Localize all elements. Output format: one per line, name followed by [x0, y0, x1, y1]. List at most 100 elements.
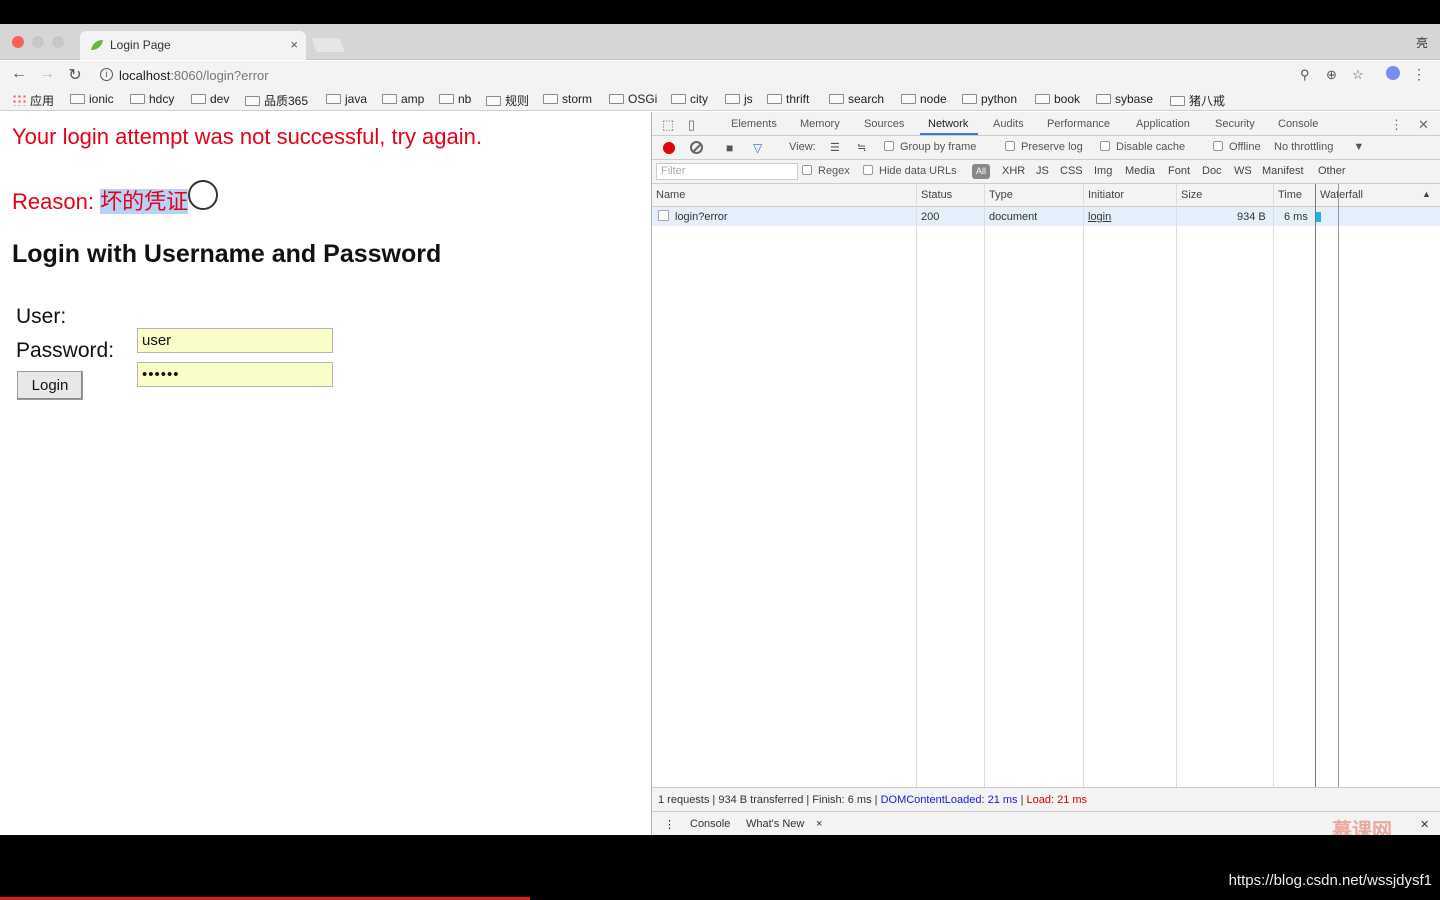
- filter-font[interactable]: Font: [1168, 165, 1190, 177]
- clear-icon[interactable]: [690, 141, 703, 154]
- more-options-icon[interactable]: ⋮: [1390, 117, 1403, 133]
- reload-icon[interactable]: ↻: [66, 65, 84, 85]
- close-window-button[interactable]: [12, 36, 24, 48]
- column-type[interactable]: Type: [989, 189, 1013, 201]
- table-row[interactable]: [652, 207, 1440, 226]
- login-button[interactable]: Login: [17, 371, 83, 400]
- back-icon[interactable]: ←: [10, 65, 28, 83]
- bookmark-item[interactable]: storm: [543, 92, 592, 106]
- row-name[interactable]: login?error: [675, 211, 728, 223]
- bookmark-item[interactable]: node: [901, 92, 947, 106]
- filter-media[interactable]: Media: [1125, 165, 1155, 177]
- regex-toggle[interactable]: Regex: [802, 165, 850, 177]
- bookmark-item[interactable]: amp: [382, 92, 424, 106]
- password-input[interactable]: ••••••: [137, 362, 333, 387]
- column-size[interactable]: Size: [1181, 189, 1202, 201]
- overview-icon[interactable]: ≒: [857, 141, 866, 154]
- capture-screenshots-icon[interactable]: ■: [726, 141, 733, 155]
- tab-close-icon[interactable]: ×: [290, 37, 298, 52]
- column-initiator[interactable]: Initiator: [1088, 189, 1124, 201]
- forward-icon[interactable]: →: [38, 65, 56, 83]
- drawer-tab-console[interactable]: Console: [690, 818, 730, 830]
- tab-application[interactable]: Application: [1136, 118, 1190, 130]
- column-waterfall[interactable]: Waterfall: [1320, 189, 1363, 201]
- sort-up-icon[interactable]: ▲: [1422, 189, 1431, 199]
- tab-performance[interactable]: Performance: [1047, 118, 1110, 130]
- column-name[interactable]: Name: [656, 189, 685, 201]
- filter-ws[interactable]: WS: [1234, 165, 1252, 177]
- disable-cache-toggle[interactable]: Disable cache: [1100, 141, 1185, 153]
- filter-xhr[interactable]: XHR: [1002, 165, 1025, 177]
- drawer-menu-icon[interactable]: ⋮: [664, 818, 675, 831]
- checkbox[interactable]: [1213, 141, 1223, 151]
- info-icon[interactable]: i: [100, 68, 113, 81]
- tab-network[interactable]: Network: [928, 118, 968, 130]
- filter-input[interactable]: Filter: [656, 163, 798, 180]
- bookmark-item[interactable]: python: [962, 92, 1017, 106]
- filter-doc[interactable]: Doc: [1202, 165, 1222, 177]
- drawer-tab-close-icon[interactable]: ×: [816, 818, 822, 830]
- bookmark-item[interactable]: city: [671, 92, 708, 106]
- checkbox[interactable]: [884, 141, 894, 151]
- profile-button[interactable]: 亮: [1416, 34, 1428, 51]
- tab-elements[interactable]: Elements: [731, 118, 777, 130]
- bookmark-item[interactable]: 规则: [486, 92, 529, 109]
- bookmark-item[interactable]: 猪八戒: [1170, 92, 1225, 109]
- new-tab-button[interactable]: [311, 38, 345, 52]
- bookmark-star-icon[interactable]: ☆: [1352, 67, 1364, 83]
- record-button[interactable]: [663, 142, 675, 154]
- bookmark-item[interactable]: nb: [439, 92, 471, 106]
- tab-audits[interactable]: Audits: [993, 118, 1024, 130]
- filter-css[interactable]: CSS: [1060, 165, 1083, 177]
- filter-other[interactable]: Other: [1318, 165, 1346, 177]
- bookmark-item[interactable]: book: [1035, 92, 1080, 106]
- list-view-icon[interactable]: ☰: [830, 141, 840, 154]
- column-time[interactable]: Time: [1278, 189, 1302, 201]
- close-devtools-icon[interactable]: ✕: [1418, 117, 1429, 133]
- filter-js[interactable]: JS: [1036, 165, 1049, 177]
- address-bar[interactable]: i localhost:8060/login?error ⚲ ⊕ ☆: [92, 63, 1376, 87]
- checkbox[interactable]: [1005, 141, 1015, 151]
- zoom-icon[interactable]: ⊕: [1326, 67, 1337, 83]
- tab-memory[interactable]: Memory: [800, 118, 840, 130]
- filter-manifest[interactable]: Manifest: [1262, 165, 1304, 177]
- filter-icon[interactable]: ▽: [753, 141, 762, 155]
- maximize-window-button[interactable]: [52, 36, 64, 48]
- bookmark-item[interactable]: sybase: [1096, 92, 1153, 106]
- bookmark-item[interactable]: java: [326, 92, 367, 106]
- bookmark-item[interactable]: js: [725, 92, 753, 106]
- hide-data-urls-toggle[interactable]: Hide data URLs: [863, 165, 957, 177]
- drawer-tab-whats-new[interactable]: What's New: [746, 818, 804, 830]
- checkbox[interactable]: [802, 165, 812, 175]
- row-initiator-link[interactable]: login: [1088, 211, 1111, 223]
- extension-icon[interactable]: [1386, 66, 1400, 80]
- preserve-log-toggle[interactable]: Preserve log: [1005, 141, 1083, 153]
- group-by-frame-toggle[interactable]: Group by frame: [884, 141, 976, 153]
- key-icon[interactable]: ⚲: [1300, 67, 1310, 83]
- bookmark-apps[interactable]: 应用: [12, 92, 54, 109]
- bookmark-item[interactable]: search: [829, 92, 884, 106]
- bookmark-item[interactable]: thrift: [767, 92, 809, 106]
- filter-all[interactable]: All: [972, 164, 990, 179]
- checkbox[interactable]: [1100, 141, 1110, 151]
- bookmark-item[interactable]: dev: [191, 92, 229, 106]
- tab-sources[interactable]: Sources: [864, 118, 904, 130]
- minimize-window-button[interactable]: [32, 36, 44, 48]
- menu-icon[interactable]: ⋮: [1412, 66, 1426, 83]
- offline-toggle[interactable]: Offline: [1213, 141, 1261, 153]
- url-text[interactable]: localhost:8060/login?error: [119, 68, 269, 83]
- checkbox[interactable]: [863, 165, 873, 175]
- device-toolbar-icon[interactable]: ▯: [688, 117, 695, 133]
- username-input[interactable]: user: [137, 328, 333, 353]
- bookmark-item[interactable]: ionic: [70, 92, 114, 106]
- bookmark-item[interactable]: hdcy: [130, 92, 174, 106]
- bookmark-item[interactable]: OSGi: [609, 92, 657, 106]
- tab-console[interactable]: Console: [1278, 118, 1318, 130]
- inspect-icon[interactable]: ⬚: [662, 117, 674, 133]
- tab-security[interactable]: Security: [1215, 118, 1255, 130]
- tab-login-page[interactable]: Login Page ×: [80, 31, 306, 60]
- throttling-select[interactable]: No throttling ▼: [1274, 141, 1364, 153]
- close-drawer-icon[interactable]: ✕: [1420, 818, 1429, 831]
- column-status[interactable]: Status: [921, 189, 952, 201]
- bookmark-item[interactable]: 品质365: [245, 92, 308, 109]
